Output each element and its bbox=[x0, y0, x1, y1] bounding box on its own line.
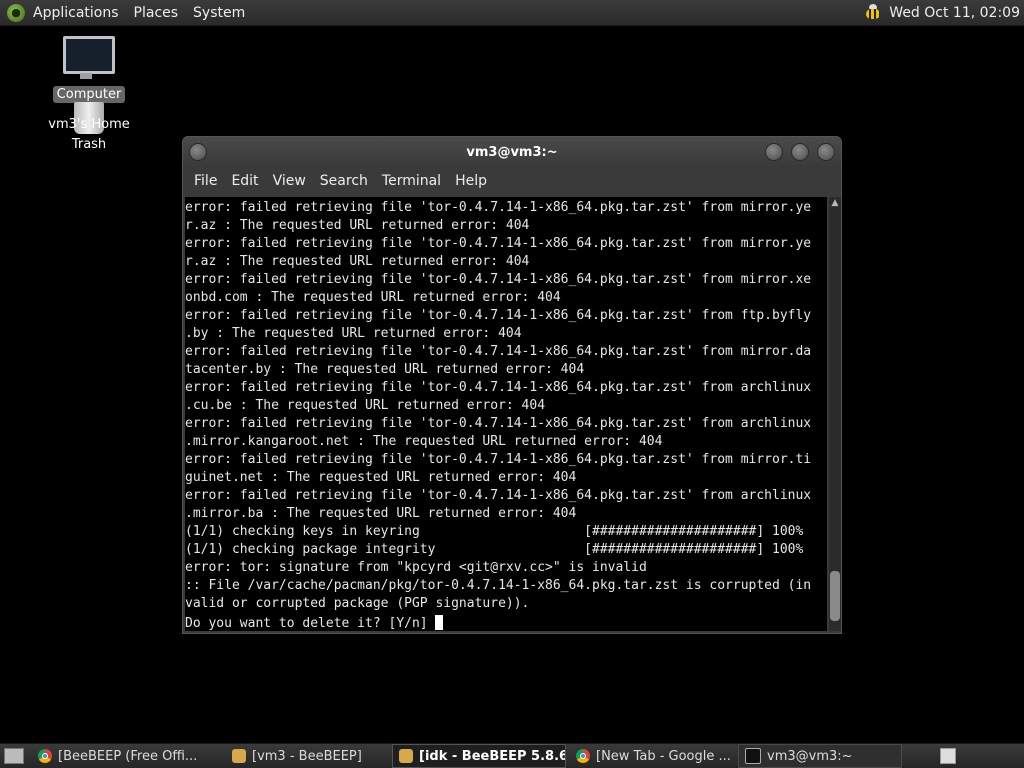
terminal-line: :: File /var/cache/pacman/pkg/tor-0.4.7.… bbox=[185, 578, 812, 593]
terminal-line: .mirror.ba : The requested URL returned … bbox=[185, 506, 577, 521]
desktop-icon-trash[interactable]: Trash bbox=[52, 137, 126, 152]
terminal-line: .cu.be : The requested URL returned erro… bbox=[185, 398, 546, 413]
terminal-line: guinet.net : The requested URL returned … bbox=[185, 470, 577, 485]
menu-terminal[interactable]: Terminal bbox=[382, 173, 441, 189]
terminal-line: error: failed retrieving file 'tor-0.4.7… bbox=[185, 416, 812, 431]
clock[interactable]: Wed Oct 11, 02:09 bbox=[889, 5, 1020, 21]
terminal-line: error: failed retrieving file 'tor-0.4.7… bbox=[185, 308, 812, 323]
terminal-line: r.az : The requested URL returned error:… bbox=[185, 254, 530, 269]
chrome-icon bbox=[38, 749, 52, 763]
text-cursor bbox=[435, 615, 444, 630]
terminal-menubar: File Edit View Search Terminal Help bbox=[183, 167, 841, 195]
terminal-line: error: failed retrieving file 'tor-0.4.7… bbox=[185, 236, 812, 251]
terminal-line: error: failed retrieving file 'tor-0.4.7… bbox=[185, 200, 812, 215]
minimize-button[interactable] bbox=[765, 143, 783, 161]
task-label: [vm3 - BeeBEEP] bbox=[252, 748, 362, 764]
trash-label: Trash bbox=[71, 137, 107, 152]
task-label: [idk - BeeBEEP 5.8.6] bbox=[419, 748, 566, 764]
terminal-line: .mirror.kangaroot.net : The requested UR… bbox=[185, 434, 663, 449]
prompt-text: Do you want to delete it? [Y/n] bbox=[185, 616, 436, 631]
terminal-icon bbox=[745, 748, 761, 764]
show-desktop-icon[interactable] bbox=[4, 748, 24, 764]
desktop-icon-home[interactable]: vm3's Home bbox=[44, 102, 134, 134]
menu-search[interactable]: Search bbox=[320, 173, 368, 189]
bee-icon bbox=[232, 749, 246, 763]
menu-edit[interactable]: Edit bbox=[231, 173, 258, 189]
terminal-line: error: failed retrieving file 'tor-0.4.7… bbox=[185, 452, 812, 467]
prompt-line[interactable]: Do you want to delete it? [Y/n] bbox=[185, 613, 827, 631]
desktop-icon-computer[interactable]: Computer bbox=[52, 36, 126, 103]
menu-places[interactable]: Places bbox=[134, 5, 179, 21]
tray-area: Wed Oct 11, 02:09 bbox=[863, 0, 1020, 25]
terminal-output[interactable]: error: failed retrieving file 'tor-0.4.7… bbox=[185, 197, 827, 631]
terminal-line: r.az : The requested URL returned error:… bbox=[185, 218, 530, 233]
home-label: vm3's Home bbox=[48, 117, 130, 132]
task-vm3-beebeep[interactable]: [vm3 - BeeBEEP] bbox=[226, 745, 388, 767]
menu-system[interactable]: System bbox=[193, 5, 245, 21]
scroll-up-arrow-icon[interactable]: ▲ bbox=[829, 197, 841, 209]
task-label: [BeeBEEP (Free Offi... bbox=[58, 748, 198, 764]
terminal-line: error: failed retrieving file 'tor-0.4.7… bbox=[185, 380, 812, 395]
terminal-line: error: failed retrieving file 'tor-0.4.7… bbox=[185, 272, 812, 287]
terminal-line: error: failed retrieving file 'tor-0.4.7… bbox=[185, 344, 812, 359]
beebeep-tray-icon[interactable] bbox=[863, 3, 883, 22]
task-beebeep-chrome[interactable]: [BeeBEEP (Free Offi... bbox=[32, 745, 222, 767]
window-title: vm3@vm3:~ bbox=[466, 145, 558, 160]
mate-logo-icon[interactable]: ● bbox=[7, 3, 25, 22]
close-button[interactable] bbox=[817, 143, 835, 161]
task-label: [New Tab - Google ... bbox=[596, 748, 731, 764]
menu-applications[interactable]: Applications bbox=[33, 5, 119, 21]
terminal-window[interactable]: vm3@vm3:~ File Edit View Search Terminal… bbox=[182, 136, 842, 634]
menu-help[interactable]: Help bbox=[455, 173, 487, 189]
taskbar: [BeeBEEP (Free Offi... [vm3 - BeeBEEP] [… bbox=[0, 743, 1024, 768]
computer-label: Computer bbox=[52, 86, 126, 103]
terminal-line: tacenter.by : The requested URL returned… bbox=[185, 362, 585, 377]
task-terminal[interactable]: vm3@vm3:~ bbox=[738, 744, 902, 768]
window-titlebar[interactable]: vm3@vm3:~ bbox=[183, 137, 841, 167]
top-panel: ● Applications Places System Wed Oct 11,… bbox=[0, 0, 1024, 26]
menu-file[interactable]: File bbox=[194, 173, 217, 189]
computer-icon bbox=[63, 36, 115, 79]
terminal-line: valid or corrupted package (PGP signatur… bbox=[185, 596, 530, 611]
terminal-line: onbd.com : The requested URL returned er… bbox=[185, 290, 561, 305]
maximize-button[interactable] bbox=[791, 143, 809, 161]
scrollbar-thumb[interactable] bbox=[830, 571, 840, 621]
bee-icon bbox=[399, 749, 413, 763]
task-idk-beebeep[interactable]: [idk - BeeBEEP 5.8.6] bbox=[392, 744, 566, 768]
terminal-line: error: failed retrieving file 'tor-0.4.7… bbox=[185, 488, 812, 503]
terminal-text: error: failed retrieving file 'tor-0.4.7… bbox=[185, 197, 827, 613]
terminal-line: .by : The requested URL returned error: … bbox=[185, 326, 522, 341]
workspace-switcher[interactable] bbox=[940, 748, 956, 764]
scrollbar[interactable] bbox=[829, 197, 841, 631]
menu-view[interactable]: View bbox=[273, 173, 306, 189]
terminal-line: (1/1) checking keys in keyring [########… bbox=[185, 524, 804, 539]
terminal-line: (1/1) checking package integrity [######… bbox=[185, 542, 804, 557]
chrome-icon bbox=[576, 749, 590, 763]
task-label: vm3@vm3:~ bbox=[767, 748, 853, 764]
terminal-line: error: tor: signature from "kpcyrd <git@… bbox=[185, 560, 647, 575]
task-new-tab-chrome[interactable]: [New Tab - Google ... bbox=[570, 745, 734, 767]
